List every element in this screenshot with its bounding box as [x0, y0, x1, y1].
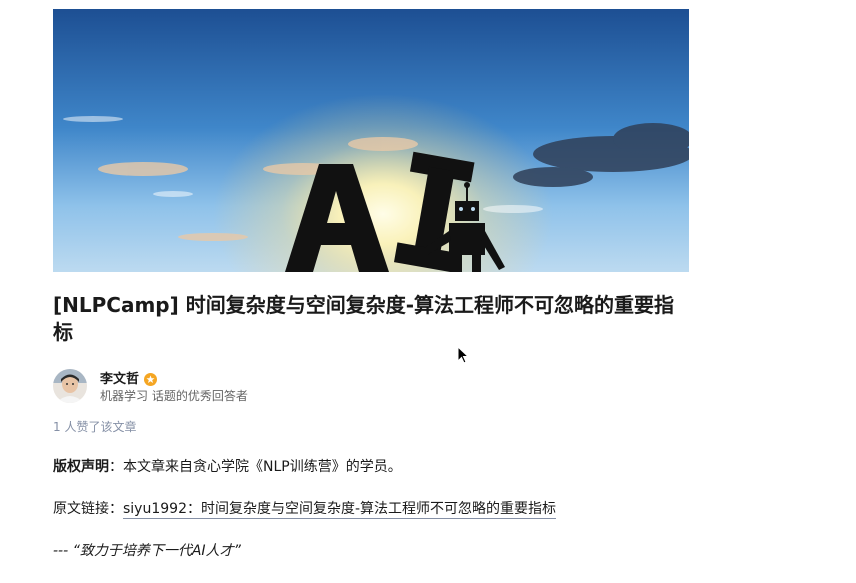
article-page: [NLPCamp] 时间复杂度与空间复杂度-算法工程师不可忽略的重要指标 李文哲: [0, 0, 856, 583]
source-label: 原文链接：: [53, 501, 123, 517]
author-name[interactable]: 李文哲: [100, 368, 139, 387]
source-link[interactable]: siyu1992：时间复杂度与空间复杂度-算法工程师不可忽略的重要指标: [123, 501, 557, 519]
likes-count: 1 人赞了该文章: [53, 420, 137, 434]
article-banner-image: [53, 9, 689, 272]
copyright-notice: 版权声明：本文章来自贪心学院《NLP训练营》的学员。: [53, 456, 402, 476]
article-title: [NLPCamp] 时间复杂度与空间复杂度-算法工程师不可忽略的重要指标: [53, 293, 675, 344]
author-card: 李文哲 机器学习 话题的优秀回答者: [53, 368, 248, 404]
author-info: 李文哲 机器学习 话题的优秀回答者: [100, 368, 248, 404]
mouse-cursor-icon: [457, 345, 470, 364]
copyright-label: 版权声明: [53, 459, 109, 475]
excellent-answerer-badge-icon[interactable]: [144, 371, 158, 386]
avatar[interactable]: [53, 369, 87, 403]
motto-text: --- “致力于培养下一代AI人才”: [53, 543, 241, 559]
copyright-text: ：本文章来自贪心学院《NLP训练营》的学员。: [109, 459, 402, 475]
author-name-row: 李文哲: [100, 368, 248, 387]
source-link-paragraph: 原文链接：siyu1992：时间复杂度与空间复杂度-算法工程师不可忽略的重要指标: [53, 498, 557, 519]
author-headline: 机器学习 话题的优秀回答者: [100, 389, 248, 403]
